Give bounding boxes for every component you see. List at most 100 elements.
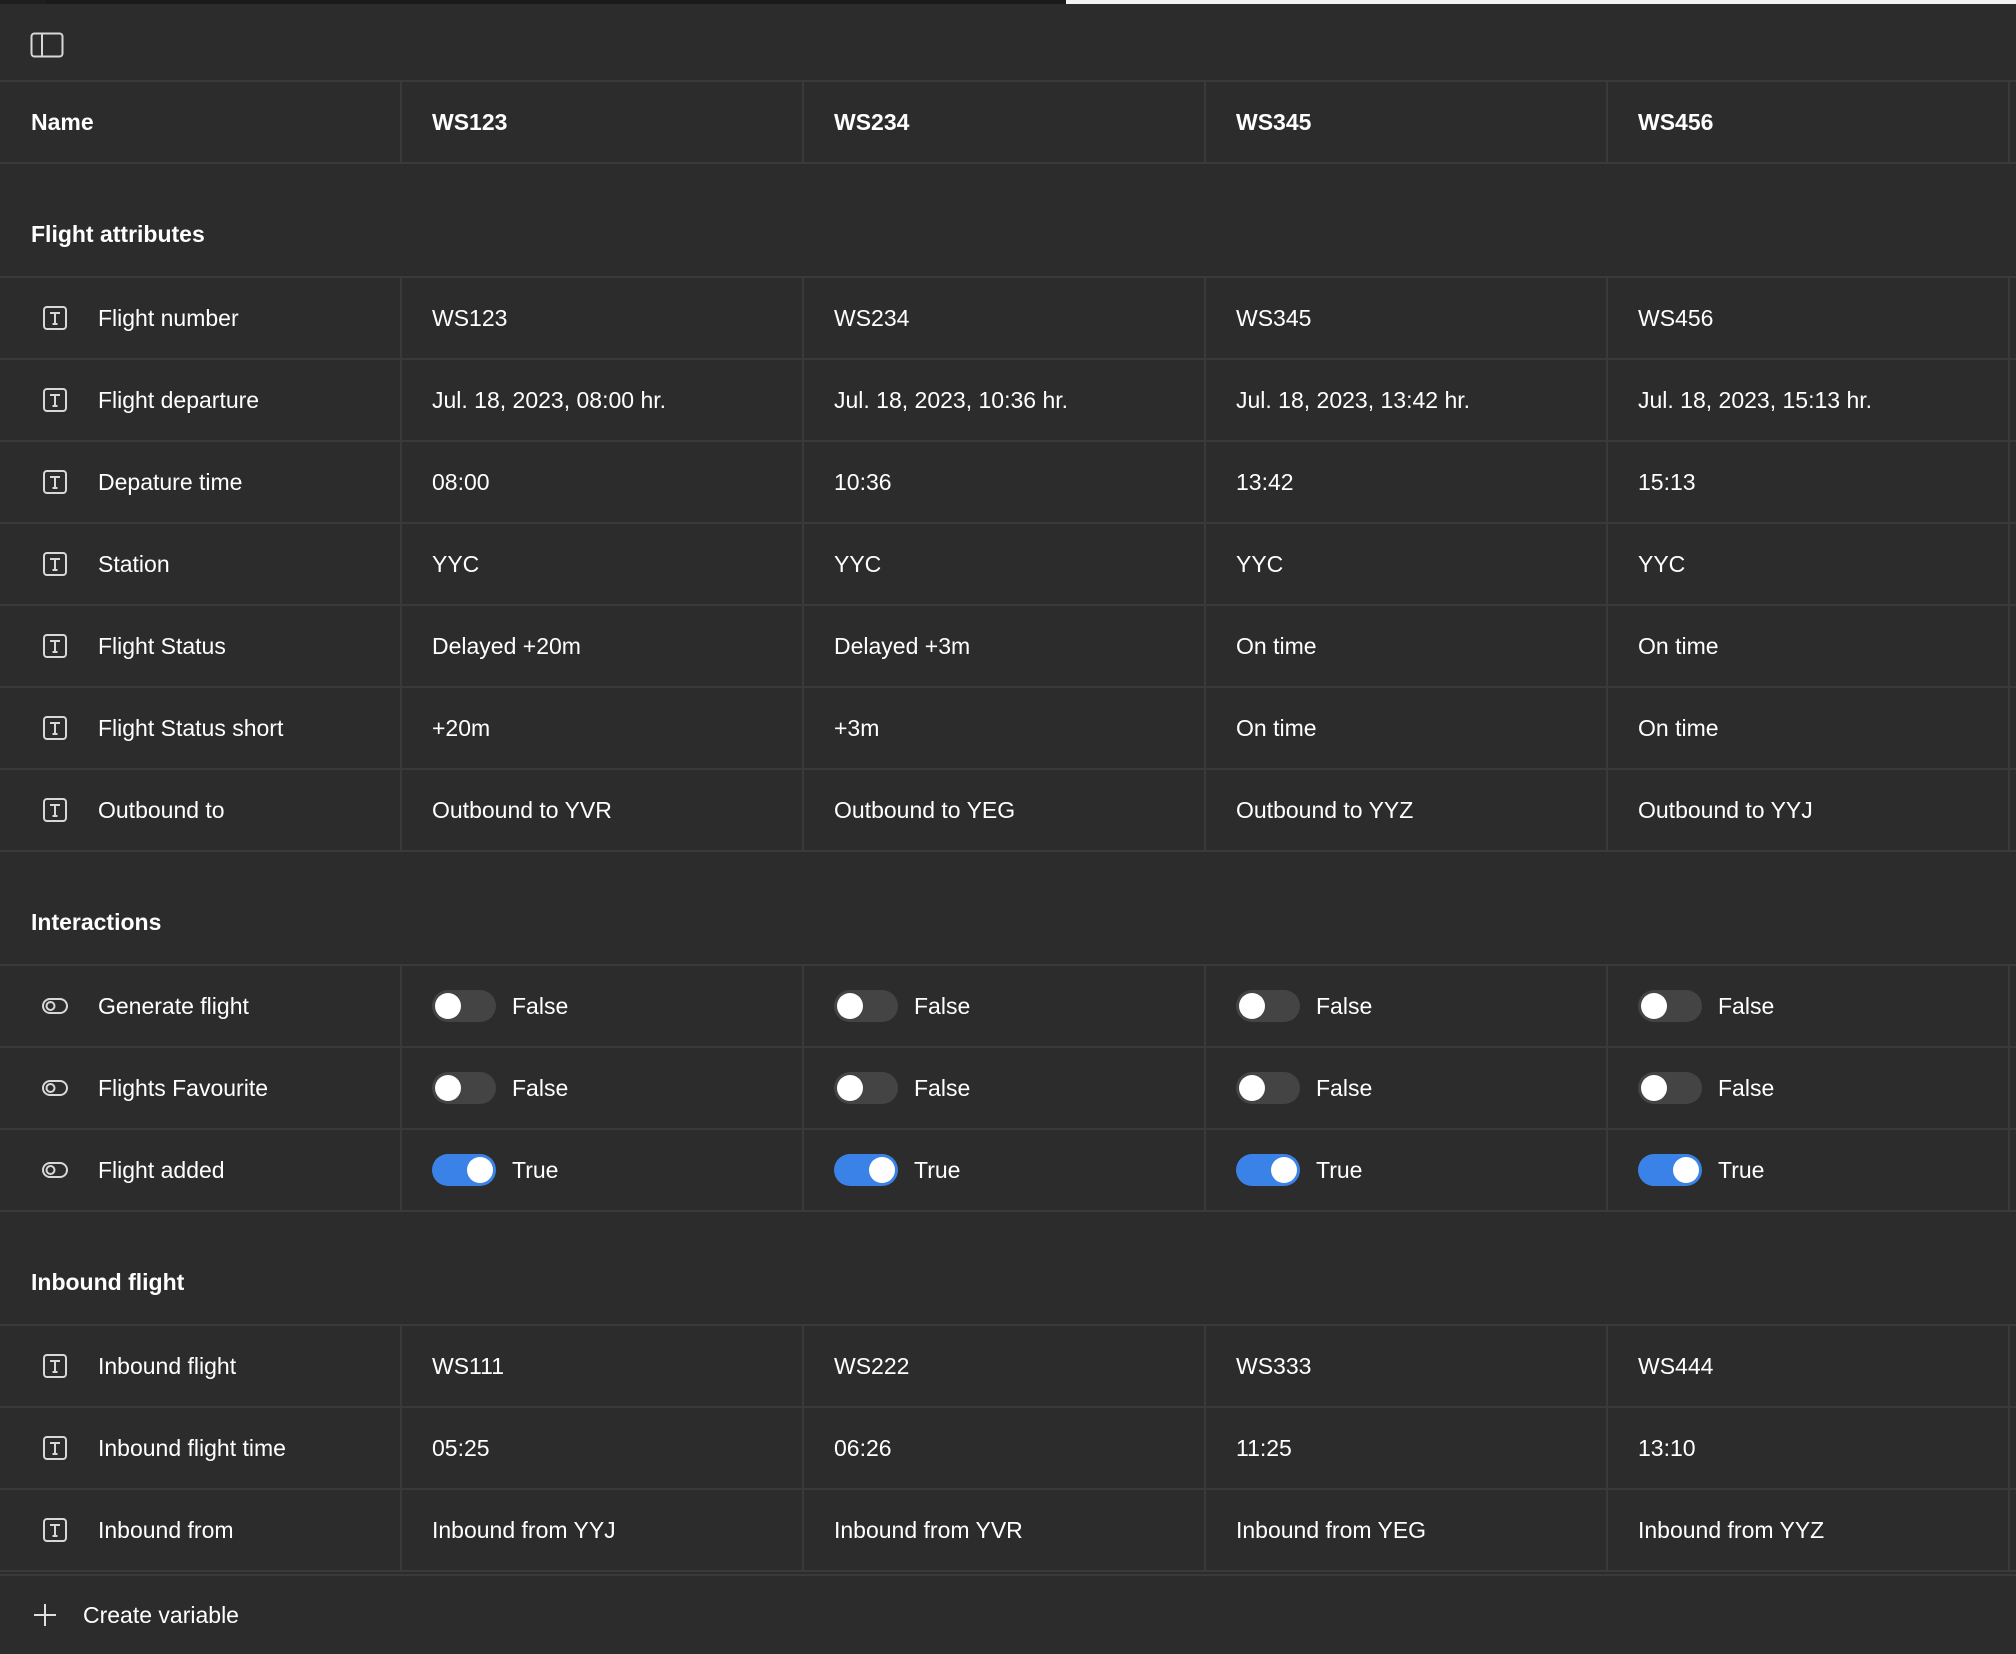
variable-name-cell[interactable]: Depature time <box>0 442 402 522</box>
group-title[interactable]: Flight attributes <box>0 164 2016 278</box>
boolean-toggle[interactable] <box>1236 1072 1300 1104</box>
variable-name-cell[interactable]: Flights Favourite <box>0 1048 402 1128</box>
variable-value-cell[interactable]: True <box>1608 1130 2010 1210</box>
variable-value-cell[interactable]: Jul. 18, 2023, 15:13 hr. <box>1608 360 2010 440</box>
variable-row[interactable]: Outbound to Outbound to YVR Outbound to YE… <box>0 770 2016 852</box>
variable-value-cell[interactable]: +20m <box>402 688 804 768</box>
variable-value-cell[interactable]: 15:13 <box>1608 442 2010 522</box>
variable-row[interactable]: Flight added True True True True <box>0 1130 2016 1212</box>
variable-name-cell[interactable]: Flight Status <box>0 606 402 686</box>
variable-row[interactable]: Flights Favourite False False False False <box>0 1048 2016 1130</box>
variable-value-cell[interactable]: On time <box>1206 606 1608 686</box>
variable-row[interactable]: Inbound flight WS111 WS222 WS333 WS444 <box>0 1326 2016 1408</box>
variable-name-cell[interactable]: Flight departure <box>0 360 402 440</box>
variable-row[interactable]: Inbound from Inbound from YYJ Inbound from… <box>0 1490 2016 1572</box>
variable-value-cell[interactable]: Outbound to YYJ <box>1608 770 2010 850</box>
variable-value-cell[interactable]: WS456 <box>1608 278 2010 358</box>
variable-row[interactable]: Generate flight False False False False <box>0 966 2016 1048</box>
variable-value-cell[interactable]: Outbound to YYZ <box>1206 770 1608 850</box>
variable-name-cell[interactable]: Flight Status short <box>0 688 402 768</box>
variable-name-cell[interactable]: Flight number <box>0 278 402 358</box>
variable-value-cell[interactable]: On time <box>1206 688 1608 768</box>
variable-name-cell[interactable]: Generate flight <box>0 966 402 1046</box>
variable-value-cell[interactable]: False <box>402 966 804 1046</box>
boolean-toggle[interactable] <box>432 990 496 1022</box>
variable-value-cell[interactable]: On time <box>1608 606 2010 686</box>
variable-value-cell[interactable]: WS222 <box>804 1326 1206 1406</box>
variable-value-cell[interactable]: YYC <box>804 524 1206 604</box>
variable-value-cell[interactable]: False <box>804 1048 1206 1128</box>
variable-name-cell[interactable]: Inbound flight time <box>0 1408 402 1488</box>
variable-value-cell[interactable]: 05:25 <box>402 1408 804 1488</box>
variable-name-cell[interactable]: Inbound flight <box>0 1326 402 1406</box>
variable-value-cell[interactable]: Delayed +3m <box>804 606 1206 686</box>
variable-row[interactable]: Depature time 08:00 10:36 13:42 15:13 <box>0 442 2016 524</box>
variable-name-cell[interactable]: Inbound from <box>0 1490 402 1570</box>
sidebar-toggle-icon[interactable] <box>30 32 64 58</box>
boolean-toggle[interactable] <box>432 1154 496 1186</box>
variable-value-cell[interactable]: On time <box>1608 688 2010 768</box>
variable-value-cell[interactable]: WS345 <box>1206 278 1608 358</box>
variable-row[interactable]: Flight number WS123 WS234 WS345 WS456 <box>0 278 2016 360</box>
variable-row[interactable]: Station YYC YYC YYC YYC <box>0 524 2016 606</box>
variable-value-cell[interactable]: Outbound to YVR <box>402 770 804 850</box>
variable-value-cell[interactable]: True <box>1206 1130 1608 1210</box>
variable-value-cell[interactable]: False <box>402 1048 804 1128</box>
group-title[interactable]: Inbound flight <box>0 1212 2016 1326</box>
variable-value-cell[interactable]: 08:00 <box>402 442 804 522</box>
variable-value-cell[interactable]: True <box>402 1130 804 1210</box>
variable-value-cell[interactable]: 06:26 <box>804 1408 1206 1488</box>
variable-value-cell[interactable]: False <box>804 966 1206 1046</box>
variable-value-cell[interactable]: WS234 <box>804 278 1206 358</box>
variable-value-cell[interactable]: True <box>804 1130 1206 1210</box>
variable-value-cell[interactable]: Outbound to YEG <box>804 770 1206 850</box>
variable-name-cell[interactable]: Station <box>0 524 402 604</box>
variable-value-cell[interactable]: +3m <box>804 688 1206 768</box>
boolean-toggle[interactable] <box>1638 1072 1702 1104</box>
boolean-toggle[interactable] <box>1638 990 1702 1022</box>
variable-value-cell[interactable]: 10:36 <box>804 442 1206 522</box>
variable-name-cell[interactable]: Flight added <box>0 1130 402 1210</box>
boolean-toggle[interactable] <box>1236 990 1300 1022</box>
group-title[interactable]: Interactions <box>0 852 2016 966</box>
boolean-toggle[interactable] <box>834 1154 898 1186</box>
variable-value-cell[interactable]: 11:25 <box>1206 1408 1608 1488</box>
variable-value-cell[interactable]: Delayed +20m <box>402 606 804 686</box>
boolean-toggle[interactable] <box>1638 1154 1702 1186</box>
boolean-toggle[interactable] <box>834 1072 898 1104</box>
variable-row[interactable]: Flight Status short +20m +3m On time On time <box>0 688 2016 770</box>
column-header-mode[interactable]: WS456 <box>1608 82 2010 162</box>
variable-value-cell[interactable]: Inbound from YEG <box>1206 1490 1608 1570</box>
variable-value-cell[interactable]: False <box>1206 966 1608 1046</box>
variable-value-cell[interactable]: Jul. 18, 2023, 10:36 hr. <box>804 360 1206 440</box>
variable-name-cell[interactable]: Outbound to <box>0 770 402 850</box>
variable-row[interactable]: Inbound flight time 05:25 06:26 11:25 13:10 <box>0 1408 2016 1490</box>
variable-value-cell[interactable]: Jul. 18, 2023, 13:42 hr. <box>1206 360 1608 440</box>
variable-value-cell[interactable]: WS123 <box>402 278 804 358</box>
variable-value-cell[interactable]: Inbound from YVR <box>804 1490 1206 1570</box>
variable-value-cell[interactable]: 13:10 <box>1608 1408 2010 1488</box>
variable-value-cell[interactable]: False <box>1608 1048 2010 1128</box>
variable-value-cell[interactable]: WS444 <box>1608 1326 2010 1406</box>
create-variable-button[interactable]: Create variable <box>0 1574 2016 1654</box>
column-header-mode[interactable]: WS123 <box>402 82 804 162</box>
column-header-mode[interactable]: WS345 <box>1206 82 1608 162</box>
boolean-toggle[interactable] <box>1236 1154 1300 1186</box>
variable-value-cell[interactable]: YYC <box>402 524 804 604</box>
variable-value-cell[interactable]: 13:42 <box>1206 442 1608 522</box>
variable-value-cell[interactable]: YYC <box>1608 524 2010 604</box>
boolean-toggle[interactable] <box>834 990 898 1022</box>
variable-value-cell[interactable]: False <box>1608 966 2010 1046</box>
variable-value-cell[interactable]: False <box>1206 1048 1608 1128</box>
variable-value-cell[interactable]: Jul. 18, 2023, 08:00 hr. <box>402 360 804 440</box>
variable-row[interactable]: Flight Status Delayed +20m Delayed +3m On t… <box>0 606 2016 688</box>
variable-value-cell[interactable]: Inbound from YYZ <box>1608 1490 2010 1570</box>
variable-row[interactable]: Flight departure Jul. 18, 2023, 08:00 hr.… <box>0 360 2016 442</box>
variable-value-cell[interactable]: WS111 <box>402 1326 804 1406</box>
variable-value-cell[interactable]: YYC <box>1206 524 1608 604</box>
variable-value-cell[interactable]: WS333 <box>1206 1326 1608 1406</box>
toggle-knob <box>467 1157 493 1183</box>
variable-value-cell[interactable]: Inbound from YYJ <box>402 1490 804 1570</box>
boolean-toggle[interactable] <box>432 1072 496 1104</box>
column-header-mode[interactable]: WS234 <box>804 82 1206 162</box>
